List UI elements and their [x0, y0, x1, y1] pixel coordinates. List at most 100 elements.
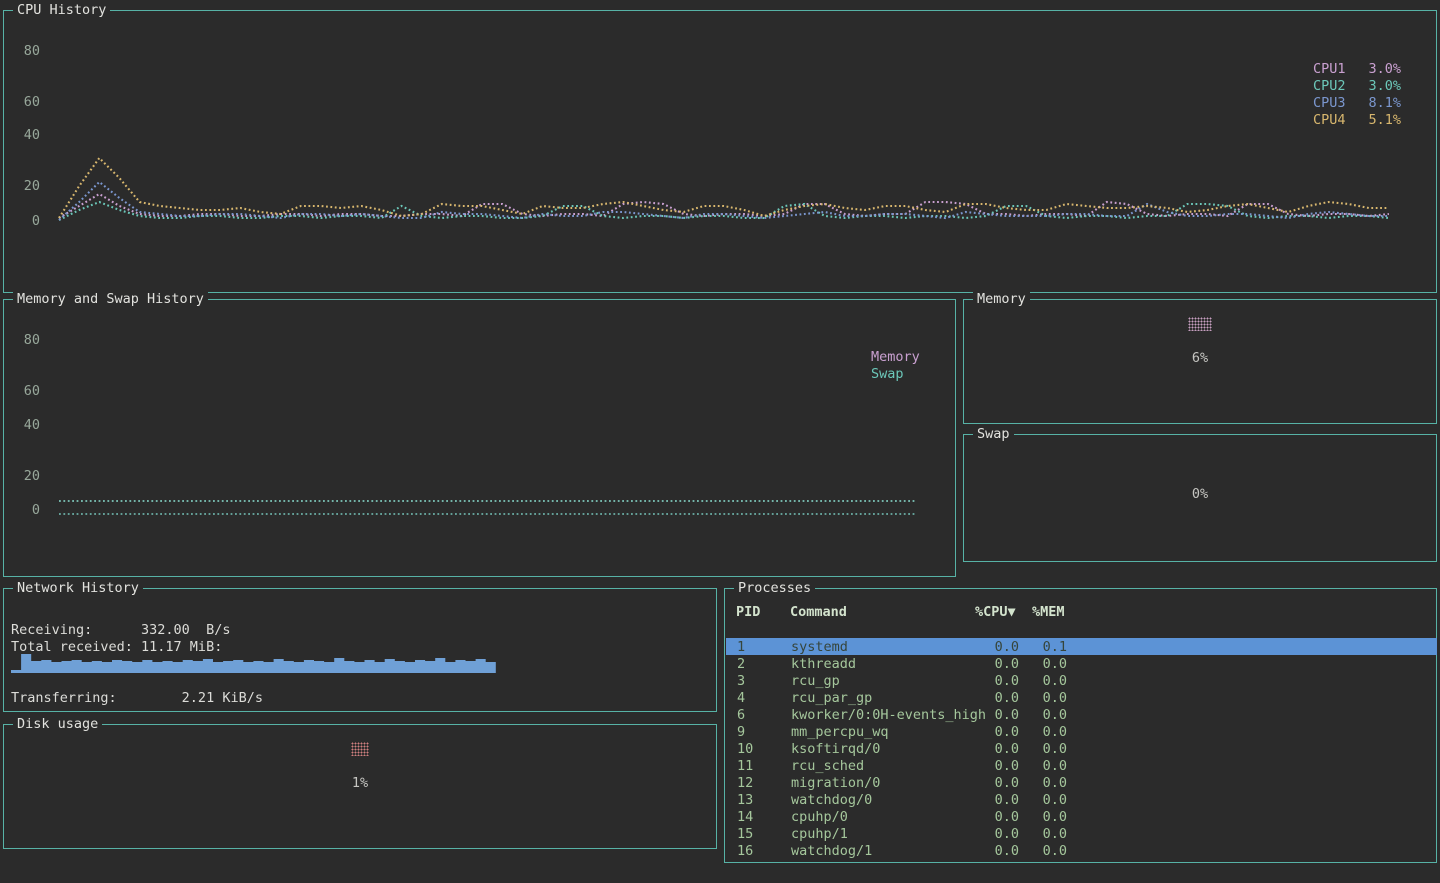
network-transferring: Transferring: 2.21 KiB/s — [11, 690, 263, 706]
process-row[interactable]: 6 kworker/0:0H-events_high 0.0 0.0 — [726, 706, 1437, 723]
process-row[interactable]: 11 rcu_sched 0.0 0.0 — [726, 757, 1437, 774]
column-header-command[interactable]: Command — [790, 604, 847, 620]
swap-panel: Swap 0% — [963, 434, 1437, 562]
processes-panel: Processes PID Command %CPU▼ %MEM 1system… — [724, 588, 1437, 863]
memory-percent: 6% — [964, 350, 1436, 366]
disk-percent: 1% — [4, 775, 716, 791]
process-cpu: 0.0 — [994, 639, 1019, 655]
process-cpu: 0.0 — [994, 775, 1019, 791]
cpu-history-chart — [4, 11, 1436, 292]
process-cpu: 0.0 — [994, 758, 1019, 774]
process-row[interactable]: 12 migration/0 0.0 0.0 — [726, 774, 1437, 791]
disk-usage-panel: Disk usage 1% — [3, 724, 717, 849]
process-row[interactable]: 9 mm_percpu_wq 0.0 0.0 — [726, 723, 1437, 740]
process-row[interactable]: 3 rcu_gp 0.0 0.0 — [726, 672, 1437, 689]
process-row[interactable]: 4 rcu_par_gp 0.0 0.0 — [726, 689, 1437, 706]
process-cpu: 0.0 — [994, 843, 1019, 859]
process-pid: 13 — [737, 792, 753, 808]
cpu-legend-item: CPU23.0% — [1313, 78, 1401, 94]
process-pid: 1 — [737, 639, 745, 655]
memory-swap-history-panel: Memory and Swap History 806040200 Memory… — [3, 299, 956, 577]
process-pid: 3 — [737, 673, 745, 689]
y-tick-label: 60 — [12, 94, 40, 110]
column-header-pid[interactable]: PID — [736, 604, 760, 620]
process-command: rcu_par_gp — [791, 690, 872, 706]
process-mem: 0.0 — [1042, 673, 1067, 689]
process-command: kthreadd — [791, 656, 856, 672]
memory-gauge-icon — [1188, 317, 1212, 331]
process-cpu: 0.0 — [994, 741, 1019, 757]
process-mem: 0.0 — [1042, 843, 1067, 859]
memswap-legend-item: Swap — [871, 366, 904, 382]
swap-percent: 0% — [964, 486, 1436, 502]
disk-usage-title: Disk usage — [13, 716, 102, 732]
process-row[interactable]: 13watchdog/00.00.0 — [726, 791, 1437, 808]
process-mem: 0.0 — [1042, 826, 1067, 842]
process-mem: 0.0 — [1042, 724, 1067, 740]
process-cpu: 0.0 — [994, 690, 1019, 706]
cpu-legend-item: CPU13.0% — [1313, 61, 1401, 77]
process-mem: 0.0 — [1042, 775, 1067, 791]
process-pid: 16 — [737, 843, 753, 859]
process-command: rcu_sched — [791, 758, 864, 774]
disk-gauge-icon — [351, 742, 369, 756]
process-command: rcu_gp — [791, 673, 840, 689]
process-cpu: 0.0 — [994, 724, 1019, 740]
memory-title: Memory — [973, 291, 1030, 307]
process-command: cpuhp/1 — [791, 826, 848, 842]
process-pid: 15 — [737, 826, 753, 842]
column-header-cpu[interactable]: %CPU▼ — [975, 604, 1016, 620]
process-command: cpuhp/0 — [791, 809, 848, 825]
y-tick-label: 60 — [12, 383, 40, 399]
process-pid: 6 — [737, 707, 745, 723]
process-mem: 0.0 — [1042, 707, 1067, 723]
y-tick-label: 40 — [12, 127, 40, 143]
process-pid: 10 — [737, 741, 753, 757]
cpu-history-panel: CPU History 806040200 CPU13.0%CPU23.0%CP… — [3, 10, 1437, 293]
process-pid: 11 — [737, 758, 753, 774]
column-header-mem[interactable]: %MEM — [1032, 604, 1065, 620]
y-tick-label: 20 — [12, 178, 40, 194]
y-tick-label: 80 — [12, 332, 40, 348]
process-command: systemd — [791, 639, 848, 655]
process-pid: 4 — [737, 690, 745, 706]
process-row[interactable]: 2 kthreadd 0.0 0.0 — [726, 655, 1437, 672]
process-row[interactable]: 10 ksoftirqd/0 0.0 0.0 — [726, 740, 1437, 757]
process-row[interactable]: 15 cpuhp/1 0.0 0.0 — [726, 825, 1437, 842]
process-pid: 9 — [737, 724, 745, 740]
process-mem: 0.0 — [1042, 656, 1067, 672]
cpu-legend-item: CPU45.1% — [1313, 112, 1401, 128]
process-pid: 12 — [737, 775, 753, 791]
process-mem: 0.0 — [1042, 792, 1067, 808]
y-tick-label: 40 — [12, 417, 40, 433]
process-cpu: 0.0 — [994, 656, 1019, 672]
y-tick-label: 0 — [12, 502, 40, 518]
process-row-selected[interactable]: 1 systemd 0.0 0.1 — [726, 638, 1437, 655]
process-command: ksoftirqd/0 — [791, 741, 880, 757]
swap-title: Swap — [973, 426, 1014, 442]
process-command: migration/0 — [791, 775, 880, 791]
process-row[interactable]: 16 watchdog/1 0.0 0.0 — [726, 842, 1437, 859]
y-tick-label: 20 — [12, 468, 40, 484]
memory-panel: Memory 6% — [963, 299, 1437, 424]
memory-swap-chart — [4, 300, 955, 576]
process-cpu: 0.0 — [994, 792, 1019, 808]
process-command: mm_percpu_wq — [791, 724, 889, 740]
process-cpu: 0.0 — [994, 826, 1019, 842]
process-mem: 0.0 — [1042, 690, 1067, 706]
process-cpu: 0.0 — [994, 673, 1019, 689]
process-mem: 0.0 — [1042, 741, 1067, 757]
process-cpu: 0.0 — [994, 809, 1019, 825]
process-command: watchdog/1 — [791, 843, 872, 859]
processes-title: Processes — [734, 580, 815, 596]
process-cpu: 0.0 — [994, 707, 1019, 723]
network-history-panel: Network History Receiving: 332.00 B/s To… — [3, 588, 717, 712]
process-row[interactable]: 14cpuhp/00.00.0 — [726, 808, 1437, 825]
process-pid: 2 — [737, 656, 745, 672]
cpu-legend-item: CPU38.1% — [1313, 95, 1401, 111]
process-mem: 0.0 — [1042, 809, 1067, 825]
process-mem: 0.0 — [1042, 758, 1067, 774]
process-mem: 0.1 — [1042, 639, 1067, 655]
process-command: kworker/0:0H-events_high — [791, 707, 986, 723]
memswap-legend-item: Memory — [871, 349, 920, 365]
